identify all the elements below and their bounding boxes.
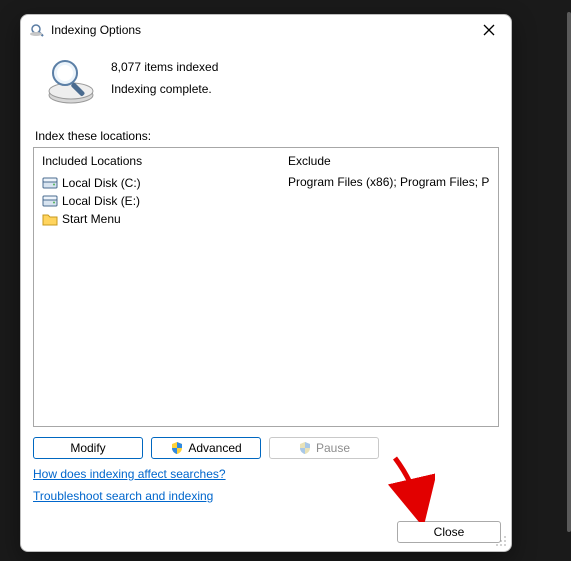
indexing-icon xyxy=(29,22,45,38)
col-exclude-header: Exclude xyxy=(288,152,490,174)
indexing-options-dialog: Indexing Options 8,077 items indexe xyxy=(20,14,512,552)
folder-icon xyxy=(42,211,58,227)
locations-label: Index these locations: xyxy=(35,129,499,143)
items-indexed-text: 8,077 items indexed xyxy=(111,57,218,79)
list-item-label: Local Disk (C:) xyxy=(62,176,141,190)
shield-icon xyxy=(298,441,312,455)
pause-button-label: Pause xyxy=(316,441,350,455)
modify-button-label: Modify xyxy=(70,441,105,455)
list-item-exclude xyxy=(288,206,490,222)
list-item[interactable]: Local Disk (C:) xyxy=(42,174,272,192)
locations-list[interactable]: Included Locations Local Disk (C:) Local … xyxy=(33,147,499,427)
shield-icon xyxy=(170,441,184,455)
close-icon[interactable] xyxy=(475,18,503,42)
list-item[interactable]: Start Menu xyxy=(42,210,272,228)
col-included-header: Included Locations xyxy=(42,152,272,174)
link-affect-searches[interactable]: How does indexing affect searches? xyxy=(33,467,226,481)
pause-button: Pause xyxy=(269,437,379,459)
modify-button[interactable]: Modify xyxy=(33,437,143,459)
advanced-button-label: Advanced xyxy=(188,441,241,455)
list-item-label: Start Menu xyxy=(62,212,121,226)
drive-icon xyxy=(42,193,58,209)
window-title: Indexing Options xyxy=(51,23,475,37)
indexing-progress-text: Indexing complete. xyxy=(111,79,218,101)
link-troubleshoot[interactable]: Troubleshoot search and indexing xyxy=(33,489,213,503)
close-button-label: Close xyxy=(434,525,465,539)
list-item[interactable]: Local Disk (E:) xyxy=(42,192,272,210)
magnifier-drive-icon xyxy=(43,51,99,107)
status-row: 8,077 items indexed Indexing complete. xyxy=(33,47,499,115)
list-item-label: Local Disk (E:) xyxy=(62,194,140,208)
close-button[interactable]: Close xyxy=(397,521,501,543)
list-item-exclude xyxy=(288,190,490,206)
resize-grip-icon[interactable] xyxy=(495,535,507,547)
titlebar: Indexing Options xyxy=(21,15,511,45)
advanced-button[interactable]: Advanced xyxy=(151,437,261,459)
page-scrollbar[interactable] xyxy=(567,12,571,532)
drive-icon xyxy=(42,175,58,191)
list-item-exclude: Program Files (x86); Program Files; Prog… xyxy=(288,174,490,190)
